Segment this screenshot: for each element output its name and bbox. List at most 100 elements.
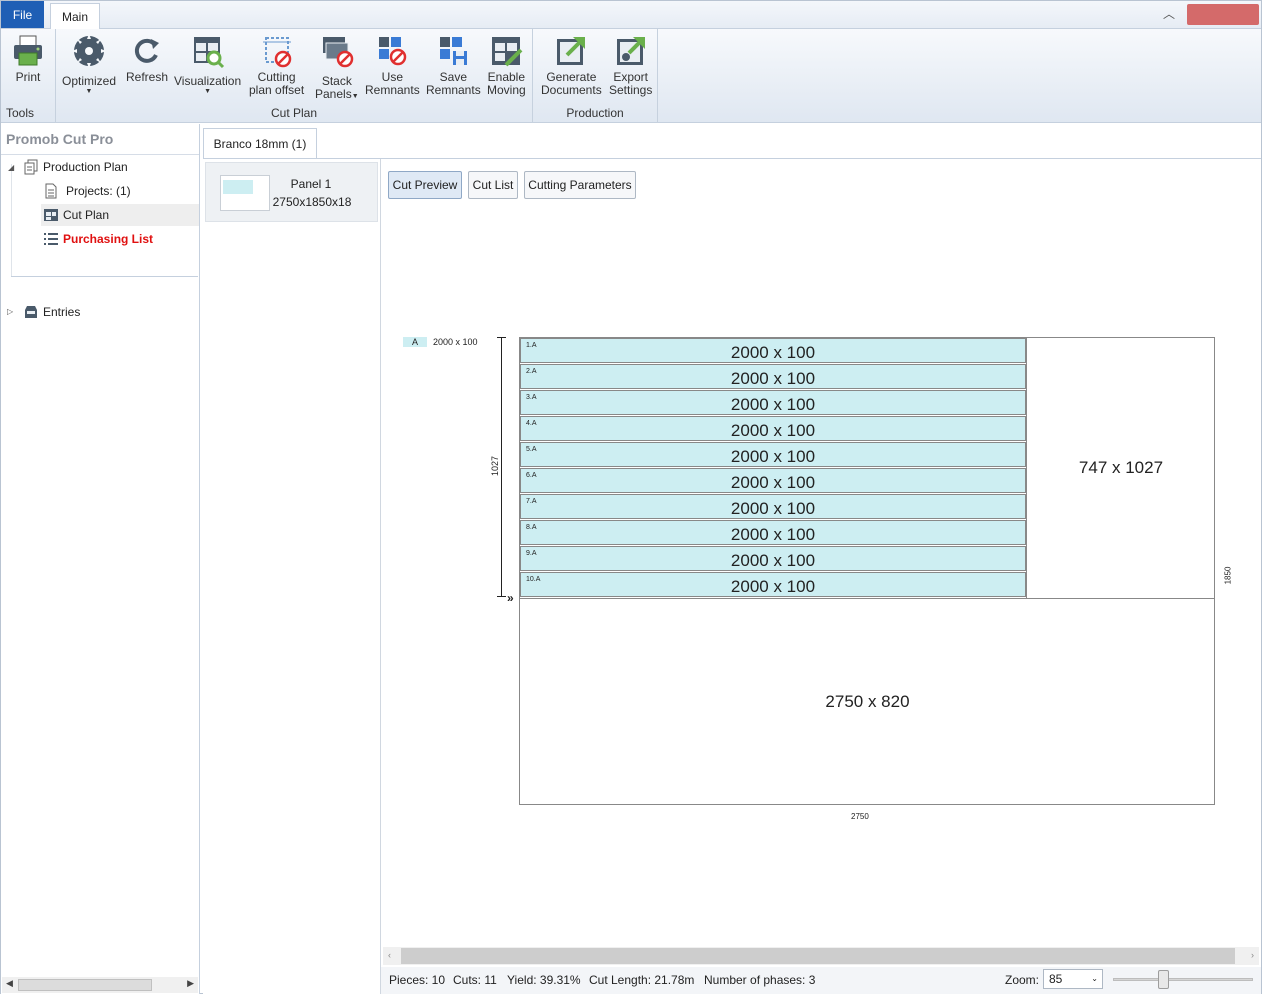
refresh-label: Refresh xyxy=(126,70,169,84)
generate-documents-icon xyxy=(557,37,586,65)
purchasing-list-label: Purchasing List xyxy=(63,232,154,246)
zoom-select[interactable]: 85 ⌄ xyxy=(1043,969,1103,989)
diagram-horizontal-scrollbar[interactable]: ‹ › xyxy=(383,947,1259,965)
dimension-label-width: 2750 xyxy=(851,812,869,821)
cut-piece[interactable]: 2.A 2000 x 100 xyxy=(520,364,1026,389)
export-settings-icon xyxy=(616,37,645,65)
panel-card[interactable]: Panel 1 2750x1850x18 xyxy=(205,162,378,222)
scroll-left-icon[interactable]: ◀ xyxy=(6,978,13,989)
material-tab[interactable]: Branco 18mm (1) xyxy=(203,128,317,158)
tree-guide-line xyxy=(11,164,12,276)
panel-board: 1.A 2000 x 100 2.A 2000 x 100 3.A 2000 x 100 4… xyxy=(519,337,1215,805)
legend-text: 2000 x 100 xyxy=(433,337,478,347)
cut-piece[interactable]: 4.A 2000 x 100 xyxy=(520,416,1026,441)
visualization-button[interactable]: Visualization ▼ xyxy=(174,33,241,95)
piece-dimension: 2000 x 100 xyxy=(730,499,816,518)
title-tab-strip: File Main ︿ xyxy=(1,1,1261,30)
app-window: File Main ︿ Print Tools Optimized ▼ Refr… xyxy=(0,0,1262,994)
ribbon: Print Tools Optimized ▼ Refresh Visualiz… xyxy=(1,29,1261,123)
refresh-button[interactable]: Refresh xyxy=(126,33,168,84)
legend-badge: A xyxy=(403,337,427,347)
status-cuts: Cuts: 11 xyxy=(453,973,497,987)
tree-item-cut-plan[interactable]: Cut Plan xyxy=(41,204,199,226)
save-remnants-button[interactable]: Save Remnants xyxy=(426,33,481,97)
stack-panels-button[interactable]: Stack Panels▼ xyxy=(315,33,359,103)
generate-documents-button[interactable]: Generate Documents xyxy=(541,33,602,97)
export-label-2: Settings xyxy=(609,83,653,97)
document-icon xyxy=(43,183,59,199)
tree-item-projects[interactable]: Projects: (1) xyxy=(43,180,199,202)
collapse-arrow-icon[interactable]: ◢ xyxy=(8,163,14,172)
cut-diagram: A 2000 x 100 1027 » 1.A 2000 x 100 2.A 2000… xyxy=(381,301,1261,841)
saw-blade-icon xyxy=(72,34,107,68)
refresh-icon xyxy=(134,38,160,63)
printer-icon xyxy=(14,35,42,66)
zoom-slider-thumb[interactable] xyxy=(1158,970,1169,989)
scroll-right-icon[interactable]: › xyxy=(1251,950,1254,960)
tab-cut-preview[interactable]: Cut Preview xyxy=(388,171,462,199)
use-remnants-label-2: Remnants xyxy=(365,83,420,97)
cut-piece[interactable]: 1.A 2000 x 100 xyxy=(520,338,1026,363)
enable-moving-icon xyxy=(492,37,523,67)
cut-piece[interactable]: 6.A 2000 x 100 xyxy=(520,468,1026,493)
piece-dimension: 2000 x 100 xyxy=(730,447,816,466)
tree-item-entries[interactable]: Entries xyxy=(23,301,199,323)
optimized-button[interactable]: Optimized ▼ xyxy=(62,33,116,95)
dimension-line-vertical xyxy=(501,337,502,597)
diagram-scroll-thumb[interactable] xyxy=(401,948,1235,964)
tools-group-label: Tools xyxy=(6,106,35,120)
piece-dimension: 2000 x 100 xyxy=(730,343,816,362)
cut-piece[interactable]: 7.A 2000 x 100 xyxy=(520,494,1026,519)
zoom-slider-track[interactable] xyxy=(1113,978,1253,981)
cut-piece[interactable]: 8.A 2000 x 100 xyxy=(520,520,1026,545)
scroll-left-icon[interactable]: ‹ xyxy=(388,950,391,960)
scroll-right-icon[interactable]: ▶ xyxy=(187,978,194,989)
cut-piece[interactable]: 3.A 2000 x 100 xyxy=(520,390,1026,415)
remnant-bottom[interactable]: 2750 x 820 xyxy=(520,598,1215,805)
status-yield: Yield: 39.31% xyxy=(507,973,581,987)
close-button[interactable] xyxy=(1187,4,1259,25)
navigation-panel: Promob Cut Pro ◢ Production Plan Project… xyxy=(1,124,200,994)
nav-horizontal-scrollbar[interactable]: ◀ ▶ xyxy=(2,977,198,993)
generate-label-2: Documents xyxy=(541,83,602,97)
zoom-label: Zoom: xyxy=(1005,973,1040,987)
use-remnants-icon xyxy=(379,37,407,66)
status-cut-length: Cut Length: 21.78m xyxy=(589,973,695,987)
projects-label: Projects: (1) xyxy=(66,184,131,198)
tree-item-purchasing-list[interactable]: Purchasing List xyxy=(43,228,199,250)
cut-piece[interactable]: 10.A 2000 x 100 xyxy=(520,572,1026,597)
panel-thumbnail-fill xyxy=(223,180,253,194)
tab-cutting-parameters[interactable]: Cutting Parameters xyxy=(524,171,636,199)
stack-panels-icon xyxy=(322,37,354,68)
use-remnants-button[interactable]: Use Remnants xyxy=(365,33,420,97)
entries-label: Entries xyxy=(43,305,81,319)
cut-plan-icon xyxy=(43,207,59,223)
visualization-label: Visualization xyxy=(174,74,242,88)
file-tab[interactable]: File xyxy=(1,1,44,28)
production-plan-label: Production Plan xyxy=(43,160,128,174)
tab-cut-list[interactable]: Cut List xyxy=(468,171,518,199)
nav-scroll-thumb[interactable] xyxy=(18,979,152,991)
piece-dimension: 2000 x 100 xyxy=(730,421,816,440)
stack-label-2: Panels▼ xyxy=(315,87,359,101)
dropdown-arrow-icon: ▼ xyxy=(85,88,93,95)
list-icon xyxy=(43,231,59,247)
expand-arrow-icon[interactable]: ▷ xyxy=(7,307,13,316)
cut-piece[interactable]: 5.A 2000 x 100 xyxy=(520,442,1026,467)
nav-divider xyxy=(1,154,199,155)
main-tab[interactable]: Main xyxy=(50,3,100,30)
tree-item-production-plan[interactable]: Production Plan xyxy=(23,156,199,178)
cutting-plan-offset-button[interactable]: Cutting plan offset xyxy=(249,33,304,97)
print-button[interactable]: Print xyxy=(10,33,46,84)
ribbon-group-production: Generate Documents Export Settings Produ… xyxy=(533,29,658,123)
inbox-icon xyxy=(23,304,39,320)
collapse-ribbon-icon[interactable]: ︿ xyxy=(1161,7,1177,21)
enable-moving-button[interactable]: Enable Moving xyxy=(487,33,526,97)
optimized-label: Optimized xyxy=(62,74,117,88)
status-pieces: Pieces: 10 xyxy=(389,973,446,987)
ribbon-group-cut-plan: Optimized ▼ Refresh Visualization ▼ Cutt… xyxy=(56,29,533,123)
remnant-right[interactable]: 747 x 1027 xyxy=(1026,338,1215,598)
export-settings-button[interactable]: Export Settings xyxy=(609,33,652,97)
cut-piece[interactable]: 9.A 2000 x 100 xyxy=(520,546,1026,571)
cut-plan-group-label: Cut Plan xyxy=(270,106,318,120)
